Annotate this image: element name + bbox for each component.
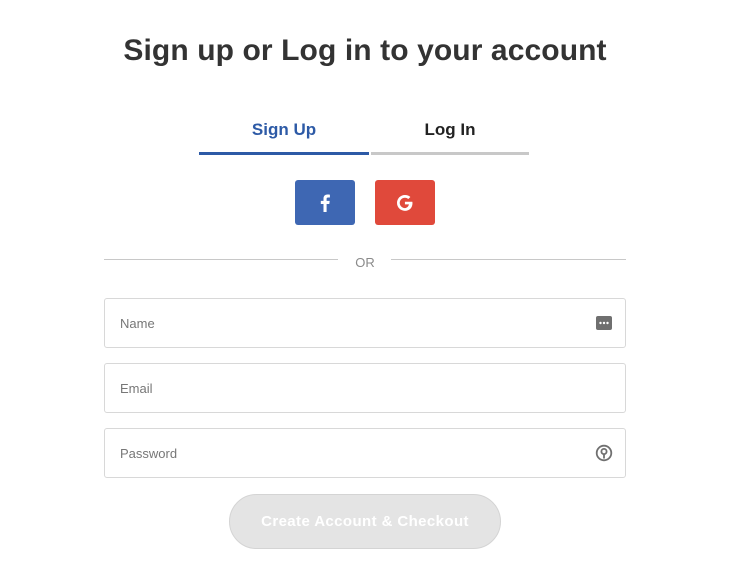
tab-sign-up[interactable]: Sign Up [199,108,369,155]
divider-right [391,259,626,260]
auth-tabs: Sign Up Log In [199,108,529,155]
password-field [104,428,626,478]
google-icon [397,194,413,211]
page-title: Sign up or Log in to your account [123,34,607,67]
divider-left [104,259,338,260]
password-manager-icon[interactable] [595,444,613,462]
signup-page: Sign up or Log in to your account Sign U… [0,0,730,577]
email-field [104,363,626,413]
password-input[interactable] [105,429,625,477]
email-input[interactable] [105,364,625,412]
facebook-icon [320,194,330,212]
name-field [104,298,626,348]
google-login-button[interactable] [375,180,435,225]
facebook-login-button[interactable] [295,180,355,225]
autofill-contact-icon[interactable] [595,314,613,332]
create-account-checkout-button[interactable]: Create Account & Checkout [229,494,501,549]
name-input[interactable] [105,299,625,347]
divider-or-text: OR [355,255,375,270]
tab-log-in[interactable]: Log In [371,108,529,155]
